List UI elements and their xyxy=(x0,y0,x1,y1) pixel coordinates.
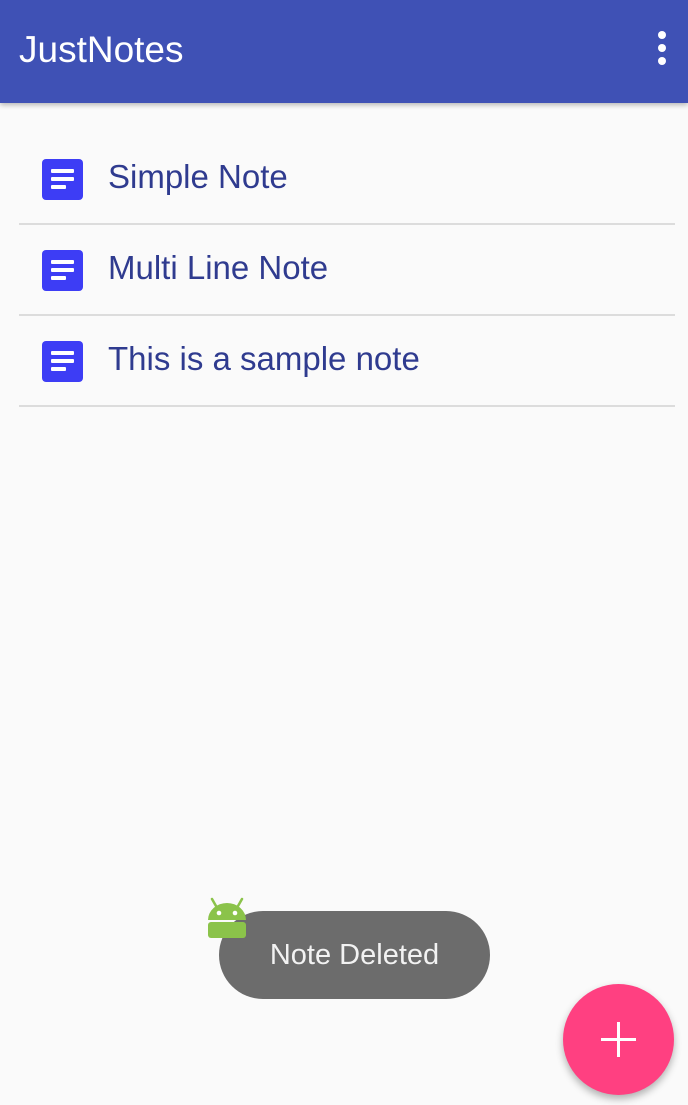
more-vert-icon[interactable] xyxy=(646,26,678,70)
note-list-item[interactable]: Simple Note xyxy=(19,134,675,225)
note-list-item[interactable]: This is a sample note xyxy=(19,316,675,407)
note-title: This is a sample note xyxy=(108,340,420,377)
note-document-icon xyxy=(42,341,83,382)
android-icon xyxy=(208,897,246,938)
toast-message: Note Deleted xyxy=(269,939,440,971)
app-title: JustNotes xyxy=(19,29,184,70)
note-title: Multi Line Note xyxy=(108,249,329,286)
note-title: Simple Note xyxy=(108,158,288,195)
note-list-item[interactable]: Multi Line Note xyxy=(19,225,675,316)
app-screen: JustNotes Simple Note Multi Line Note Th… xyxy=(0,0,688,1105)
note-document-icon xyxy=(42,250,83,291)
note-list: Simple Note Multi Line Note This is a sa… xyxy=(19,134,675,407)
app-bar: JustNotes xyxy=(0,0,688,103)
toast: Note Deleted xyxy=(219,911,490,999)
add-note-button[interactable] xyxy=(563,984,674,1095)
note-document-icon xyxy=(42,159,83,200)
